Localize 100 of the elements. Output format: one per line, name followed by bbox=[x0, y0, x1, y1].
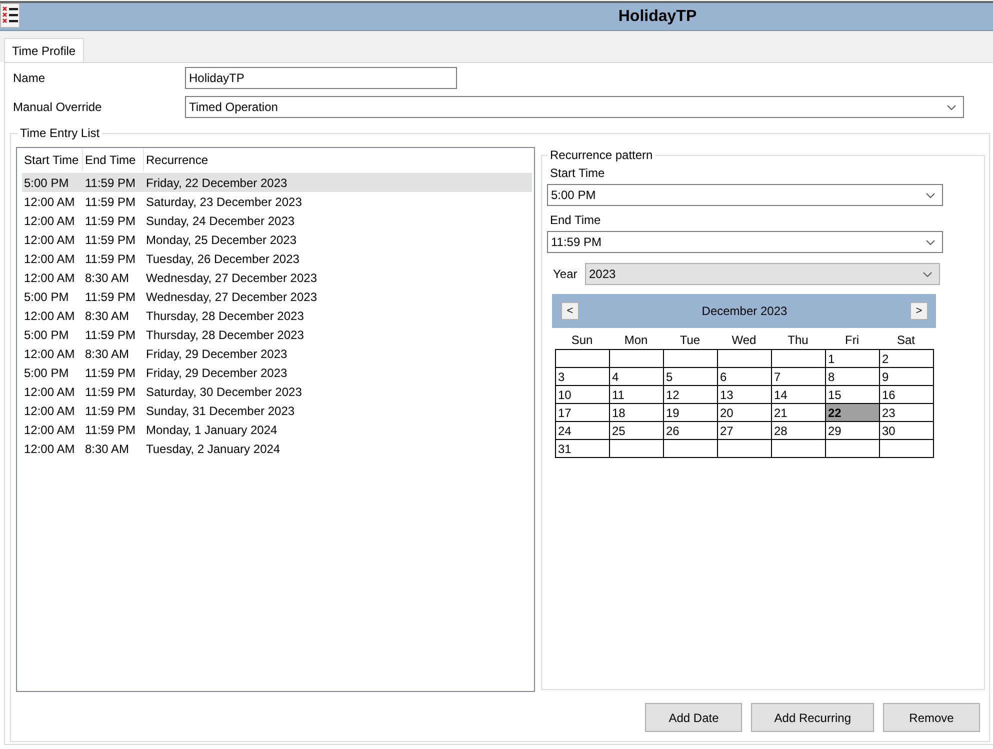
table-cell-text: 12:00 AM bbox=[23, 270, 76, 284]
dropdown[interactable]: 2023 bbox=[585, 263, 940, 285]
day-cell[interactable]: 30 bbox=[880, 422, 934, 440]
column-header[interactable]: Start Time bbox=[22, 149, 83, 171]
table-cell-text: 8:30 AM bbox=[84, 308, 130, 322]
field-label: Year bbox=[552, 267, 578, 281]
table-cell-text: 12:00 AM bbox=[23, 404, 76, 418]
dropdown[interactable]: 11:59 PM bbox=[547, 231, 943, 253]
table-cell-text: 12:00 AM bbox=[23, 308, 76, 322]
list-row[interactable]: 12:00 AM 8:30 AM Tuesday, 2 January 2024 bbox=[22, 439, 532, 458]
day-cell[interactable]: 14 bbox=[772, 386, 826, 404]
day-cell[interactable]: 12 bbox=[664, 386, 718, 404]
weekday-label: Wed bbox=[730, 332, 758, 346]
table-cell-text: Friday, 22 December 2023 bbox=[145, 176, 288, 190]
table-cell-text: 11:59 PM bbox=[84, 422, 136, 436]
list-row[interactable]: 12:00 AM 11:59 PM Saturday, 30 December 2023 bbox=[22, 382, 532, 401]
day-cell[interactable]: 27 bbox=[718, 422, 772, 440]
day-cell[interactable]: 7 bbox=[772, 368, 826, 386]
day-cell[interactable]: 2 bbox=[880, 350, 934, 368]
list-row[interactable]: 5:00 PM 11:59 PM Thursday, 28 December 2023 bbox=[22, 325, 532, 344]
table-cell-text: Saturday, 23 December 2023 bbox=[145, 194, 303, 208]
table-cell-text: Sunday, 24 December 2023 bbox=[145, 214, 296, 228]
add-recurring-button[interactable]: Add Recurring bbox=[751, 703, 874, 732]
list-row[interactable]: 5:00 PM 11:59 PM Friday, 22 December 2023 bbox=[22, 173, 532, 192]
table-cell-text: 11:59 PM bbox=[84, 214, 136, 228]
day-cell[interactable]: 10 bbox=[556, 386, 610, 404]
table-cell-text: 12:00 AM bbox=[23, 232, 76, 246]
table-cell-text: Sunday, 31 December 2023 bbox=[145, 404, 296, 418]
list-icon bbox=[0, 3, 20, 28]
field-label: End Time bbox=[550, 213, 602, 227]
list-row[interactable]: 5:00 PM 11:59 PM Friday, 29 December 2023 bbox=[22, 363, 532, 382]
dropdown[interactable]: Timed Operation bbox=[185, 96, 964, 118]
remove-button[interactable]: Remove bbox=[883, 703, 980, 732]
day-cell[interactable]: 23 bbox=[880, 404, 934, 422]
list-row[interactable]: 12:00 AM 8:30 AM Wednesday, 27 December 2023 bbox=[22, 268, 532, 287]
day-cell[interactable]: 5 bbox=[664, 368, 718, 386]
table-cell-text: 11:59 PM bbox=[84, 232, 136, 246]
table-cell-text: Thursday, 28 December 2023 bbox=[145, 328, 305, 342]
day-cell[interactable]: 8 bbox=[826, 368, 880, 386]
table-cell-text: 5:00 PM bbox=[23, 176, 70, 190]
chevron-down-icon bbox=[926, 192, 935, 198]
column-header[interactable]: End Time bbox=[83, 149, 144, 171]
group-title: Time Entry List bbox=[19, 126, 101, 140]
table-cell-text: 12:00 AM bbox=[23, 194, 76, 208]
chevron-down-icon bbox=[926, 240, 935, 244]
table-cell-text: 11:59 PM bbox=[84, 290, 136, 304]
weekday-label: Sun bbox=[570, 332, 594, 346]
day-cell[interactable]: 24 bbox=[556, 422, 610, 440]
tab[interactable]: Time Profile bbox=[4, 38, 84, 62]
list-row[interactable]: 12:00 AM 11:59 PM Sunday, 31 December 2023 bbox=[22, 401, 532, 420]
field-label: Name bbox=[13, 71, 46, 85]
list-row[interactable]: 12:00 AM 8:30 AM Thursday, 28 December 2023 bbox=[22, 306, 532, 325]
day-cell[interactable]: 11 bbox=[610, 386, 664, 404]
weekday-label: Tue bbox=[678, 332, 702, 346]
day-cell[interactable]: 29 bbox=[826, 422, 880, 440]
day-cell[interactable]: 20 bbox=[718, 404, 772, 422]
window-title: HolidayTP bbox=[617, 8, 698, 26]
day-cell[interactable]: 17 bbox=[556, 404, 610, 422]
table-cell-text: Tuesday, 26 December 2023 bbox=[145, 252, 300, 266]
previous-month-button[interactable]: < bbox=[561, 302, 579, 320]
day-cell[interactable]: 4 bbox=[610, 368, 664, 386]
table-cell-text: 11:59 PM bbox=[84, 404, 136, 418]
day-cell[interactable]: 6 bbox=[718, 368, 772, 386]
day-cell[interactable]: 16 bbox=[880, 386, 934, 404]
list-row[interactable]: 12:00 AM 8:30 AM Friday, 29 December 2023 bbox=[22, 344, 532, 363]
day-cell[interactable]: 19 bbox=[664, 404, 718, 422]
list-row[interactable]: 12:00 AM 11:59 PM Saturday, 23 December 2023 bbox=[22, 192, 532, 211]
list-row[interactable]: 12:00 AM 11:59 PM Tuesday, 26 December 2023 bbox=[22, 249, 532, 268]
day-cell[interactable]: 26 bbox=[664, 422, 718, 440]
table-cell-text: Wednesday, 27 December 2023 bbox=[145, 290, 318, 304]
day-cell[interactable]: 1 bbox=[826, 350, 880, 368]
table-cell-text: Friday, 29 December 2023 bbox=[145, 366, 288, 380]
day-cell[interactable]: 18 bbox=[610, 404, 664, 422]
list-row[interactable]: 12:00 AM 11:59 PM Monday, 25 December 2023 bbox=[22, 230, 532, 249]
table-cell-text: Monday, 25 December 2023 bbox=[145, 232, 298, 246]
weekday-label: Fri bbox=[844, 332, 860, 346]
text-field[interactable]: HolidayTP bbox=[185, 67, 457, 89]
day-cell[interactable]: 25 bbox=[610, 422, 664, 440]
dropdown[interactable]: 5:00 PM bbox=[547, 184, 943, 206]
table-cell-text: 12:00 AM bbox=[23, 422, 76, 436]
day-cell[interactable]: 22 bbox=[826, 404, 880, 422]
day-cell[interactable]: 13 bbox=[718, 386, 772, 404]
day-cell[interactable]: 3 bbox=[556, 368, 610, 386]
next-month-button[interactable]: > bbox=[910, 302, 928, 320]
table-cell-text: 11:59 PM bbox=[84, 384, 136, 398]
table-cell-text: 5:00 PM bbox=[23, 290, 70, 304]
weekday-label: Thu bbox=[786, 332, 810, 346]
table-cell-text: 11:59 PM bbox=[84, 194, 136, 208]
list-row[interactable]: 12:00 AM 11:59 PM Monday, 1 January 2024 bbox=[22, 420, 532, 439]
list-row[interactable]: 5:00 PM 11:59 PM Wednesday, 27 December 2023 bbox=[22, 287, 532, 306]
day-cell[interactable]: 28 bbox=[772, 422, 826, 440]
day-cell[interactable]: 9 bbox=[880, 368, 934, 386]
table-cell-text: 8:30 AM bbox=[84, 442, 130, 456]
list-row[interactable]: 12:00 AM 11:59 PM Sunday, 24 December 2023 bbox=[22, 211, 532, 230]
column-header[interactable]: Recurrence bbox=[144, 149, 532, 171]
add-date-button[interactable]: Add Date bbox=[645, 703, 742, 732]
day-cell[interactable]: 31 bbox=[556, 440, 610, 458]
table-cell-text: 11:59 PM bbox=[84, 328, 136, 342]
table-cell-text: Friday, 29 December 2023 bbox=[145, 346, 288, 360]
table-cell-text: Wednesday, 27 December 2023 bbox=[145, 270, 318, 284]
